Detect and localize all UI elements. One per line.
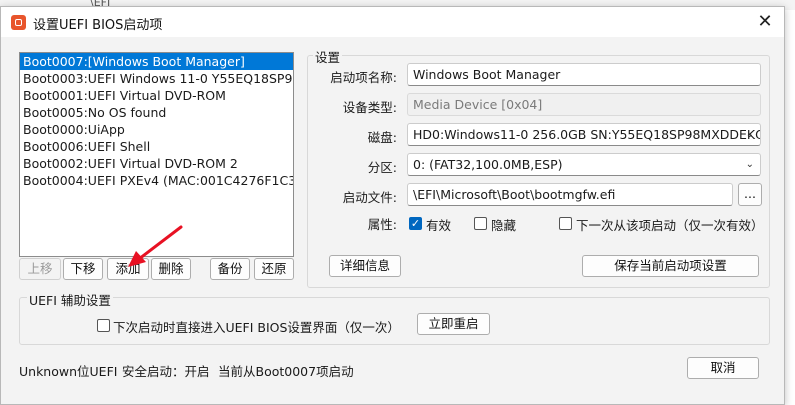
boot-entry-item[interactable]: Boot0005:No OS found <box>20 104 293 121</box>
app-logo-icon <box>11 15 26 30</box>
boot-name-input[interactable]: Windows Boot Manager <box>407 63 761 86</box>
boot-next-once-label: 下一次从该项启动（仅一次有效） <box>576 218 764 233</box>
details-button[interactable]: 详细信息 <box>329 255 401 277</box>
boot-mode-status: Unknown位UEFI <box>19 364 118 379</box>
move-down-button[interactable]: 下移 <box>63 258 103 280</box>
disk-label: 磁盘: <box>367 130 397 145</box>
save-boot-entry-button[interactable]: 保存当前启动项设置 <box>582 255 759 277</box>
boot-entry-item[interactable]: Boot0002:UEFI Virtual DVD-ROM 2 <box>20 155 293 172</box>
valid-checkbox-label: 有效 <box>426 218 452 233</box>
current-boot-status: 当前从Boot0007项启动 <box>218 364 354 379</box>
window-title: 设置UEFI BIOS启动项 <box>33 18 163 33</box>
uefi-aux-group-title: UEFI 辅助设置 <box>27 290 113 309</box>
enter-bios-checkbox[interactable] <box>97 319 110 332</box>
attributes-label: 属性: <box>367 217 397 232</box>
boot-file-input[interactable]: \EFI\Microsoft\Boot\bootmgfw.efi <box>407 183 733 206</box>
boot-entry-list[interactable]: Boot0007:[Windows Boot Manager] Boot0003… <box>19 52 294 257</box>
enter-bios-label: 下次启动时直接进入UEFI BIOS设置界面（仅一次） <box>113 320 400 335</box>
restore-button[interactable]: 还原 <box>254 258 294 280</box>
boot-entry-item[interactable]: Boot0000:UiApp <box>20 121 293 138</box>
boot-entry-item[interactable]: Boot0003:UEFI Windows 11-0 Y55EQ18SP98M <box>20 70 293 87</box>
delete-button[interactable]: 删除 <box>151 258 191 280</box>
close-button[interactable]: ✕ <box>749 9 781 35</box>
settings-group-title: 设置 <box>313 47 343 66</box>
disk-select-value: HD0:Windows11-0 256.0GB SN:Y55EQ18SP98MX… <box>413 127 761 142</box>
boot-file-label: 启动文件: <box>342 190 397 205</box>
boot-entry-item[interactable]: Boot0001:UEFI Virtual DVD-ROM <box>20 87 293 104</box>
disk-select[interactable]: HD0:Windows11-0 256.0GB SN:Y55EQ18SP98MX… <box>407 123 761 146</box>
chevron-down-icon: ⌄ <box>745 159 754 170</box>
boot-entry-item[interactable]: Boot0004:UEFI PXEv4 (MAC:001C4276F1C3) <box>20 172 293 189</box>
backup-button[interactable]: 备份 <box>210 258 250 280</box>
device-type-label: 设备类型: <box>342 100 397 115</box>
boot-name-label: 启动项名称: <box>330 70 397 85</box>
browse-button[interactable]: ... <box>738 183 762 206</box>
add-button[interactable]: 添加 <box>107 258 149 280</box>
chevron-down-icon: ⌄ <box>745 129 754 140</box>
check-icon: ✓ <box>410 217 421 230</box>
uefi-boot-dialog: 设置UEFI BIOS启动项 ✕ Boot0007:[Windows Boot … <box>0 6 785 405</box>
boot-entry-item[interactable]: Boot0007:[Windows Boot Manager] <box>20 53 293 70</box>
hidden-checkbox-label: 隐藏 <box>491 218 517 233</box>
hidden-checkbox[interactable] <box>474 217 487 230</box>
boot-next-once-checkbox[interactable] <box>559 217 572 230</box>
move-up-button[interactable]: 上移 <box>19 258 61 280</box>
secure-boot-status: 安全启动：开启 <box>122 364 210 379</box>
partition-select[interactable]: 0: (FAT32,100.0MB,ESP) ⌄ <box>407 153 761 176</box>
valid-checkbox[interactable]: ✓ <box>409 217 422 230</box>
device-type-field: Media Device [0x04] <box>407 93 761 116</box>
cancel-button[interactable]: 取消 <box>687 357 759 379</box>
title-bar[interactable]: 设置UEFI BIOS启动项 ✕ <box>1 7 784 37</box>
boot-entry-item[interactable]: Boot0006:UEFI Shell <box>20 138 293 155</box>
restart-now-button[interactable]: 立即重启 <box>417 313 490 335</box>
partition-label: 分区: <box>367 160 397 175</box>
partition-select-value: 0: (FAT32,100.0MB,ESP) <box>413 157 563 172</box>
